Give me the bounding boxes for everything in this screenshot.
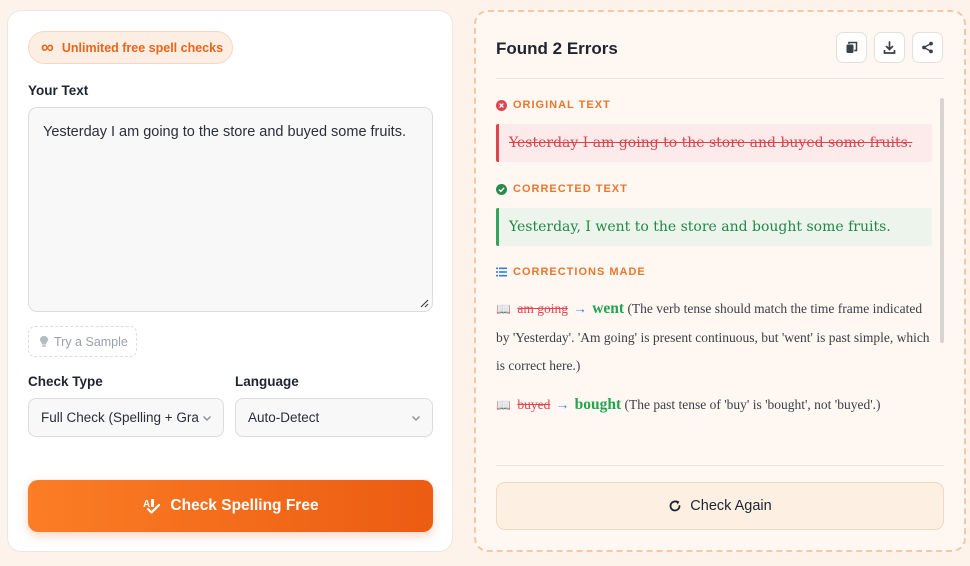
check-circle-icon: [496, 183, 507, 195]
copy-button[interactable]: [836, 32, 867, 63]
results-scrollbar[interactable]: [940, 98, 944, 343]
check-type-value: Full Check (Spelling + Grammar): [41, 410, 199, 425]
original-heading: ORIGINAL TEXT: [496, 99, 611, 111]
check-type-select[interactable]: Full Check (Spelling + Grammar): [28, 398, 224, 437]
header-divider: [496, 78, 944, 79]
check-spelling-label: Check Spelling Free: [170, 497, 319, 514]
share-icon: [922, 41, 933, 54]
corrections-heading: CORRECTIONS MADE: [496, 266, 646, 278]
lightbulb-icon: [40, 336, 48, 347]
input-panel: ∞ Unlimited free spell checks Your Text …: [7, 10, 453, 552]
text-input[interactable]: Yesterday I am going to the store and bu…: [28, 107, 433, 312]
corrections-list: 📖 am going → went (The verb tense should…: [496, 295, 932, 429]
wrong-word: am going: [517, 301, 568, 316]
language-label: Language: [235, 374, 299, 389]
book-icon: 📖: [496, 397, 511, 412]
chevron-down-icon: [412, 416, 420, 421]
chevron-down-icon: [203, 416, 211, 421]
results-panel: Found 2 Errors ORIGINAL TEXT Yesterday I…: [474, 10, 966, 552]
corrected-heading: CORRECTED TEXT: [496, 183, 628, 195]
arrow-icon: →: [573, 301, 587, 316]
check-again-label: Check Again: [690, 498, 772, 514]
language-select[interactable]: Auto-Detect: [235, 398, 433, 437]
correction-item: 📖 am going → went (The verb tense should…: [496, 295, 932, 381]
corrected-text: Yesterday, I went to the store and bough…: [496, 208, 932, 246]
try-sample-label: Try a Sample: [54, 334, 128, 349]
original-heading-label: ORIGINAL TEXT: [513, 99, 611, 111]
check-type-label: Check Type: [28, 374, 103, 389]
check-again-button[interactable]: Check Again: [496, 482, 944, 530]
badge-label: Unlimited free spell checks: [61, 40, 224, 55]
footer-divider: [496, 465, 944, 466]
refresh-icon: [669, 500, 681, 512]
correction-explanation: (The past tense of 'buy' is 'bought', no…: [624, 396, 881, 412]
error-circle-icon: [496, 99, 507, 111]
download-icon: [883, 41, 896, 54]
check-spelling-button[interactable]: A Check Spelling Free: [28, 480, 433, 532]
right-word: went: [592, 300, 625, 317]
original-text: Yesterday I am going to the store and bu…: [496, 124, 932, 162]
text-label: Your Text: [28, 83, 89, 98]
book-icon: 📖: [496, 302, 511, 316]
language-value: Auto-Detect: [248, 410, 320, 425]
try-sample-button[interactable]: Try a Sample: [28, 326, 137, 357]
list-icon: [496, 267, 507, 277]
right-word: bought: [574, 395, 622, 413]
results-title: Found 2 Errors: [496, 39, 618, 58]
arrow-icon: →: [555, 396, 570, 412]
share-button[interactable]: [912, 32, 943, 63]
correction-item: 📖 buyed → bought (The past tense of 'buy…: [496, 391, 932, 420]
resize-handle-icon[interactable]: [419, 298, 429, 308]
spellcheck-icon: A: [143, 499, 161, 514]
download-button[interactable]: [874, 32, 905, 63]
copy-icon: [846, 41, 858, 53]
wrong-word: buyed: [517, 396, 551, 412]
infinity-icon: ∞: [41, 36, 54, 57]
corrected-heading-label: CORRECTED TEXT: [513, 183, 628, 195]
svg-text:A: A: [143, 499, 150, 510]
corrections-heading-label: CORRECTIONS MADE: [513, 266, 646, 278]
unlimited-badge: ∞ Unlimited free spell checks: [28, 31, 233, 64]
